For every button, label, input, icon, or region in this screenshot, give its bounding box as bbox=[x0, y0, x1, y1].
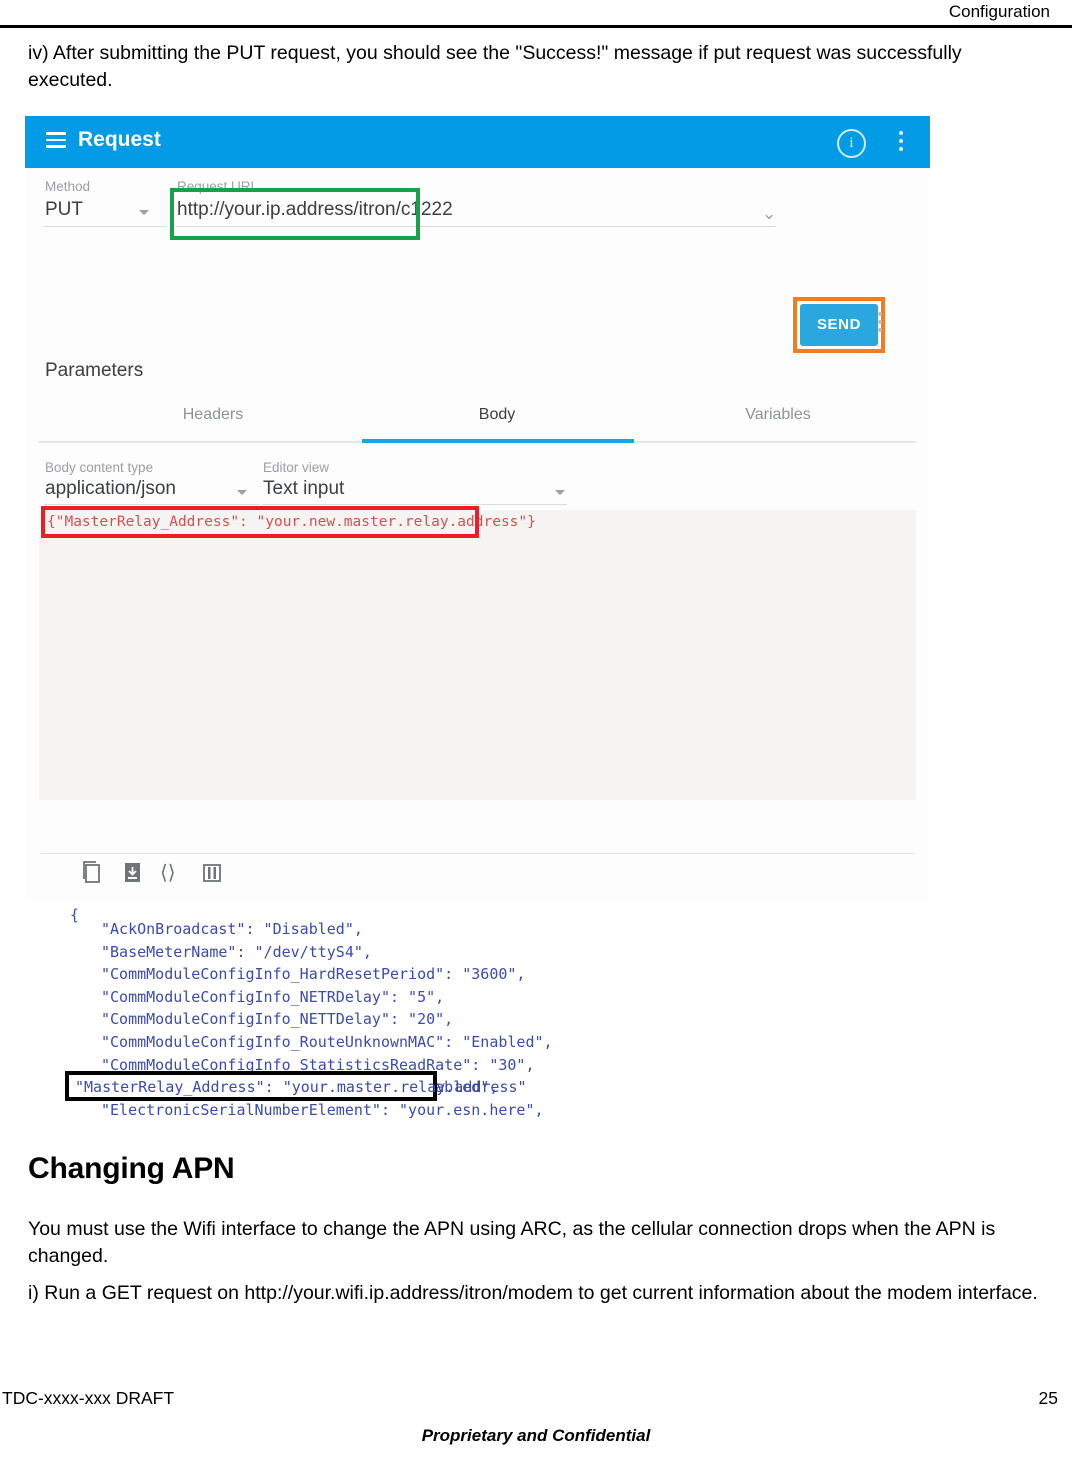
parameters-label[interactable]: Parameters bbox=[45, 360, 143, 382]
info-icon[interactable]: i bbox=[837, 129, 866, 158]
tab-variables[interactable]: Variables bbox=[643, 406, 913, 424]
app-title: Request bbox=[78, 128, 161, 151]
body-content-type-underline bbox=[44, 504, 260, 505]
document-running-header: Configuration bbox=[0, 0, 1072, 30]
running-header-text: Configuration bbox=[948, 2, 1050, 21]
app-bar: Request i bbox=[25, 116, 930, 168]
method-label: Method bbox=[45, 179, 91, 194]
paragraph-a: You must use the Wifi interface to chang… bbox=[28, 1218, 996, 1267]
method-underline bbox=[44, 226, 166, 227]
send-annotation-box bbox=[793, 297, 885, 353]
footer-center: Proprietary and Confidential bbox=[421, 1426, 651, 1445]
editor-view-underline bbox=[262, 504, 567, 505]
highlighted-response-line: "MasterRelay_Address": "your.master.rela… bbox=[75, 1078, 527, 1096]
footer-left: TDC-xxxx-xxx DRAFT bbox=[2, 1388, 175, 1408]
body-content-type-label: Body content type bbox=[45, 460, 154, 475]
section-heading: Changing APN bbox=[28, 1152, 235, 1185]
url-annotation-box bbox=[170, 188, 420, 240]
request-options-icon[interactable] bbox=[878, 312, 883, 333]
header-rule bbox=[0, 25, 1072, 28]
download-icon[interactable] bbox=[120, 860, 144, 891]
request-body-editor[interactable] bbox=[39, 510, 916, 800]
paragraph-b: i) Run a GET request on http://your.wifi… bbox=[28, 1282, 1038, 1304]
tab-active-indicator bbox=[362, 439, 634, 443]
copy-icon[interactable] bbox=[80, 860, 104, 891]
status-divider bbox=[41, 853, 915, 854]
editor-view-label: Editor view bbox=[263, 460, 330, 475]
columns-icon[interactable] bbox=[200, 860, 224, 891]
embedded-app-screenshot: Request i Method PUT Request URL http://… bbox=[25, 116, 930, 1120]
request-line-row: Method PUT Request URL http://your.ip.ad… bbox=[25, 168, 930, 228]
response-open-brace: { bbox=[70, 906, 80, 924]
method-caret-icon[interactable] bbox=[139, 210, 149, 215]
response-line-annotation-box: "MasterRelay_Address": "your.master.rela… bbox=[65, 1071, 527, 1101]
tab-body[interactable]: Body bbox=[362, 406, 632, 424]
response-toolbar: ⟨⟩ bbox=[25, 860, 930, 898]
hamburger-icon[interactable] bbox=[46, 132, 66, 148]
overflow-menu-icon[interactable] bbox=[899, 131, 904, 152]
response-status-row: 200 OK 2173.41 ms DETAILS ⌄ bbox=[25, 804, 930, 852]
chevron-up-icon[interactable]: ⌃ bbox=[132, 362, 145, 380]
intro-paragraph: iv) After submitting the PUT request, yo… bbox=[28, 42, 962, 91]
body-content-type-value[interactable]: application/json bbox=[45, 478, 176, 500]
editor-view-value[interactable]: Text input bbox=[263, 478, 344, 500]
code-icon[interactable]: ⟨⟩ bbox=[160, 860, 176, 886]
method-value[interactable]: PUT bbox=[45, 199, 83, 221]
editor-view-caret-icon[interactable] bbox=[555, 490, 565, 495]
request-body-annotation-box bbox=[41, 506, 479, 538]
url-history-chevron-icon[interactable]: ⌄ bbox=[762, 204, 776, 224]
body-content-type-caret-icon[interactable] bbox=[237, 490, 247, 495]
body-options-row: Body content type application/json Edito… bbox=[25, 454, 930, 506]
page-number: 25 bbox=[1038, 1388, 1058, 1408]
tab-headers[interactable]: Headers bbox=[78, 406, 348, 424]
